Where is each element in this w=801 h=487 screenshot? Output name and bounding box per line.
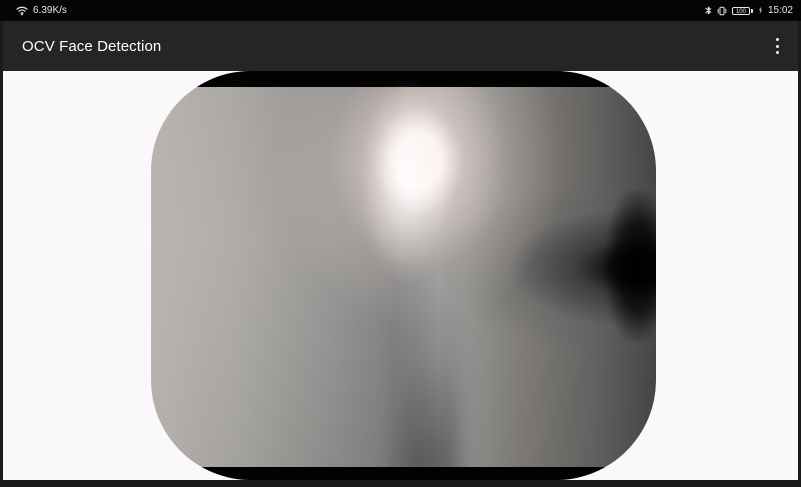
status-right: 100 15:02 [705, 5, 793, 16]
bottom-strip [0, 480, 801, 487]
camera-preview-fold [399, 221, 459, 480]
status-left: 6.39K/s [16, 5, 67, 16]
wifi-icon [16, 6, 28, 16]
app-bar: OCV Face Detection [3, 21, 798, 71]
battery-level: 100 [731, 6, 750, 15]
menu-dot-bottom [775, 51, 779, 54]
screen-frame: 6.39K/s 100 15:02 OCV Face Detection [0, 0, 801, 487]
status-bar: 6.39K/s 100 15:02 [0, 0, 801, 21]
menu-dot-top [775, 38, 779, 41]
main-content [3, 71, 798, 480]
battery-icon: 100 [731, 6, 753, 15]
app-title: OCV Face Detection [22, 37, 162, 55]
bluetooth-icon [705, 6, 712, 16]
camera-preview-bottom-band [151, 467, 656, 480]
camera-preview [151, 71, 656, 480]
battery-tip [750, 8, 753, 13]
network-speed: 6.39K/s [33, 5, 67, 16]
charging-icon [758, 6, 763, 15]
status-time: 15:02 [767, 5, 793, 16]
vibrate-icon [717, 6, 727, 16]
menu-dot-middle [775, 44, 779, 48]
camera-preview-shadow [606, 191, 656, 341]
more-vertical-icon[interactable] [770, 38, 784, 54]
